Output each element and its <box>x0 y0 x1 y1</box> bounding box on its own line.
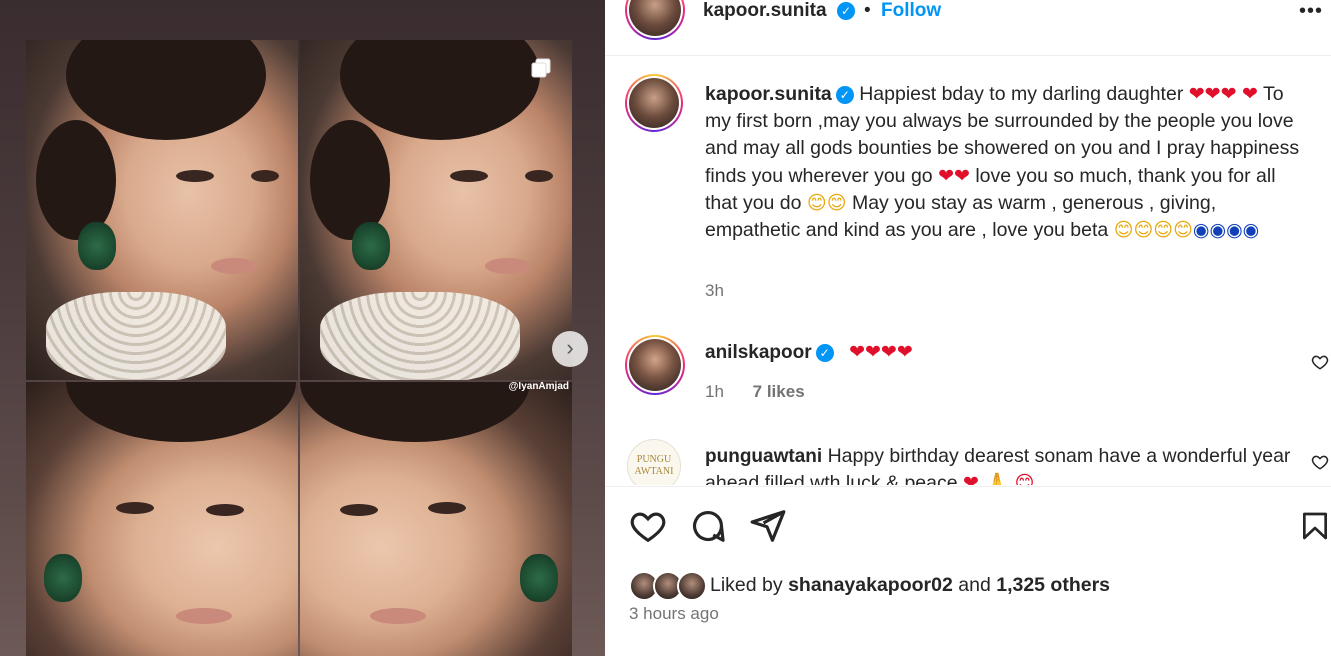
comment-icon[interactable] <box>689 507 727 545</box>
caption-username[interactable]: kapoor.sunita <box>705 83 832 105</box>
evil-eye-emoji: ◉◉◉◉ <box>1192 219 1260 242</box>
share-icon[interactable] <box>749 507 787 545</box>
verified-icon: ✓ <box>835 85 854 104</box>
next-photo-button[interactable]: › <box>552 331 588 367</box>
photo-tile <box>300 40 572 380</box>
heart-emoji: ❤❤❤ <box>1188 83 1237 105</box>
chevron-right-icon: › <box>566 335 574 360</box>
commenter-avatar[interactable]: PUNGU AWTANI <box>627 439 681 485</box>
comment-username[interactable]: anilskapoor <box>705 342 812 363</box>
comment-text: ❤❤❤❤ <box>849 341 913 363</box>
author-username[interactable]: kapoor.sunita <box>703 0 827 22</box>
post-media[interactable]: @IyanAmjad › <box>0 0 605 656</box>
multiple-images-icon <box>531 58 551 78</box>
comment-username[interactable]: punguawtani <box>705 446 822 467</box>
comment: punguawtani Happy birthday dearest sonam… <box>705 443 1305 485</box>
comment-emoji: ❤ 🙏 😊 <box>963 472 1035 485</box>
heart-emoji: ❤ <box>1241 83 1258 105</box>
photo-tile <box>300 382 572 656</box>
liked-by-prefix: Liked by <box>710 574 783 596</box>
post-timestamp[interactable]: 3 hours ago <box>629 604 719 624</box>
comment: anilskapoor ✓ ❤❤❤❤ <box>705 341 913 364</box>
avatar <box>677 571 707 601</box>
post-details: kapoor.sunita ✓ • Follow ••• kapoor.suni… <box>605 0 1331 656</box>
photo-collage <box>26 40 572 656</box>
photo-tile <box>26 382 298 656</box>
separator-dot: • <box>864 0 871 21</box>
author-avatar[interactable] <box>625 0 685 40</box>
comment-like-icon[interactable] <box>1311 353 1329 371</box>
liked-by-others[interactable]: 1,325 others <box>996 574 1110 596</box>
caption-avatar[interactable] <box>625 74 683 132</box>
post-caption: kapoor.sunita ✓ Happiest bday to my darli… <box>705 81 1305 244</box>
liked-by-user[interactable]: shanayakapoor02 <box>788 574 953 596</box>
comment-time[interactable]: 1h <box>705 382 724 401</box>
comment-like-icon[interactable] <box>1311 453 1329 471</box>
bookmark-icon[interactable] <box>1299 507 1331 545</box>
heart-emoji: ❤❤ <box>938 164 970 187</box>
caption-text: Happiest bday to my darling daughter <box>859 83 1184 105</box>
comment-meta: 1h 7 likes <box>705 382 805 402</box>
post-actions: Liked by shanayakapoor02 and 1,325 other… <box>605 486 1331 656</box>
commenter-avatar[interactable] <box>625 335 685 395</box>
post-header: kapoor.sunita ✓ • Follow ••• <box>605 0 1331 56</box>
comments-list[interactable]: kapoor.sunita ✓ Happiest bday to my darli… <box>605 57 1331 485</box>
more-icon[interactable]: ••• <box>1299 0 1323 23</box>
liked-by-text: Liked by shanayakapoor02 and 1,325 other… <box>710 574 1110 597</box>
hug-emoji: 😊😊😊😊 <box>1113 219 1193 242</box>
photo-watermark: @IyanAmjad <box>508 381 569 392</box>
heart-icon[interactable] <box>629 507 667 545</box>
verified-icon: ✓ <box>815 343 834 362</box>
verified-icon: ✓ <box>837 2 855 20</box>
smile-emoji: 😊😊 <box>806 191 847 214</box>
photo-tile <box>26 40 298 380</box>
caption-time[interactable]: 3h <box>705 281 724 301</box>
comment-likes[interactable]: 7 likes <box>753 382 805 401</box>
liked-by-middle: and <box>958 574 991 596</box>
follow-button[interactable]: Follow <box>881 0 941 22</box>
